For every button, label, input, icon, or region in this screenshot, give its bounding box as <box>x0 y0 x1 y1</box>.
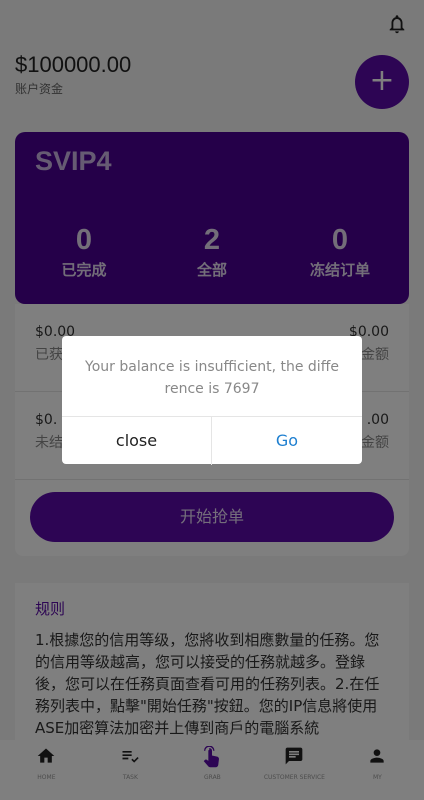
insufficient-balance-dialog: Your balance is insufficient, the differ… <box>62 336 362 465</box>
dialog-actions: close Go <box>62 416 362 465</box>
dialog-message: Your balance is insufficient, the differ… <box>85 359 339 397</box>
close-button[interactable]: close <box>62 417 212 465</box>
go-button[interactable]: Go <box>212 417 362 465</box>
